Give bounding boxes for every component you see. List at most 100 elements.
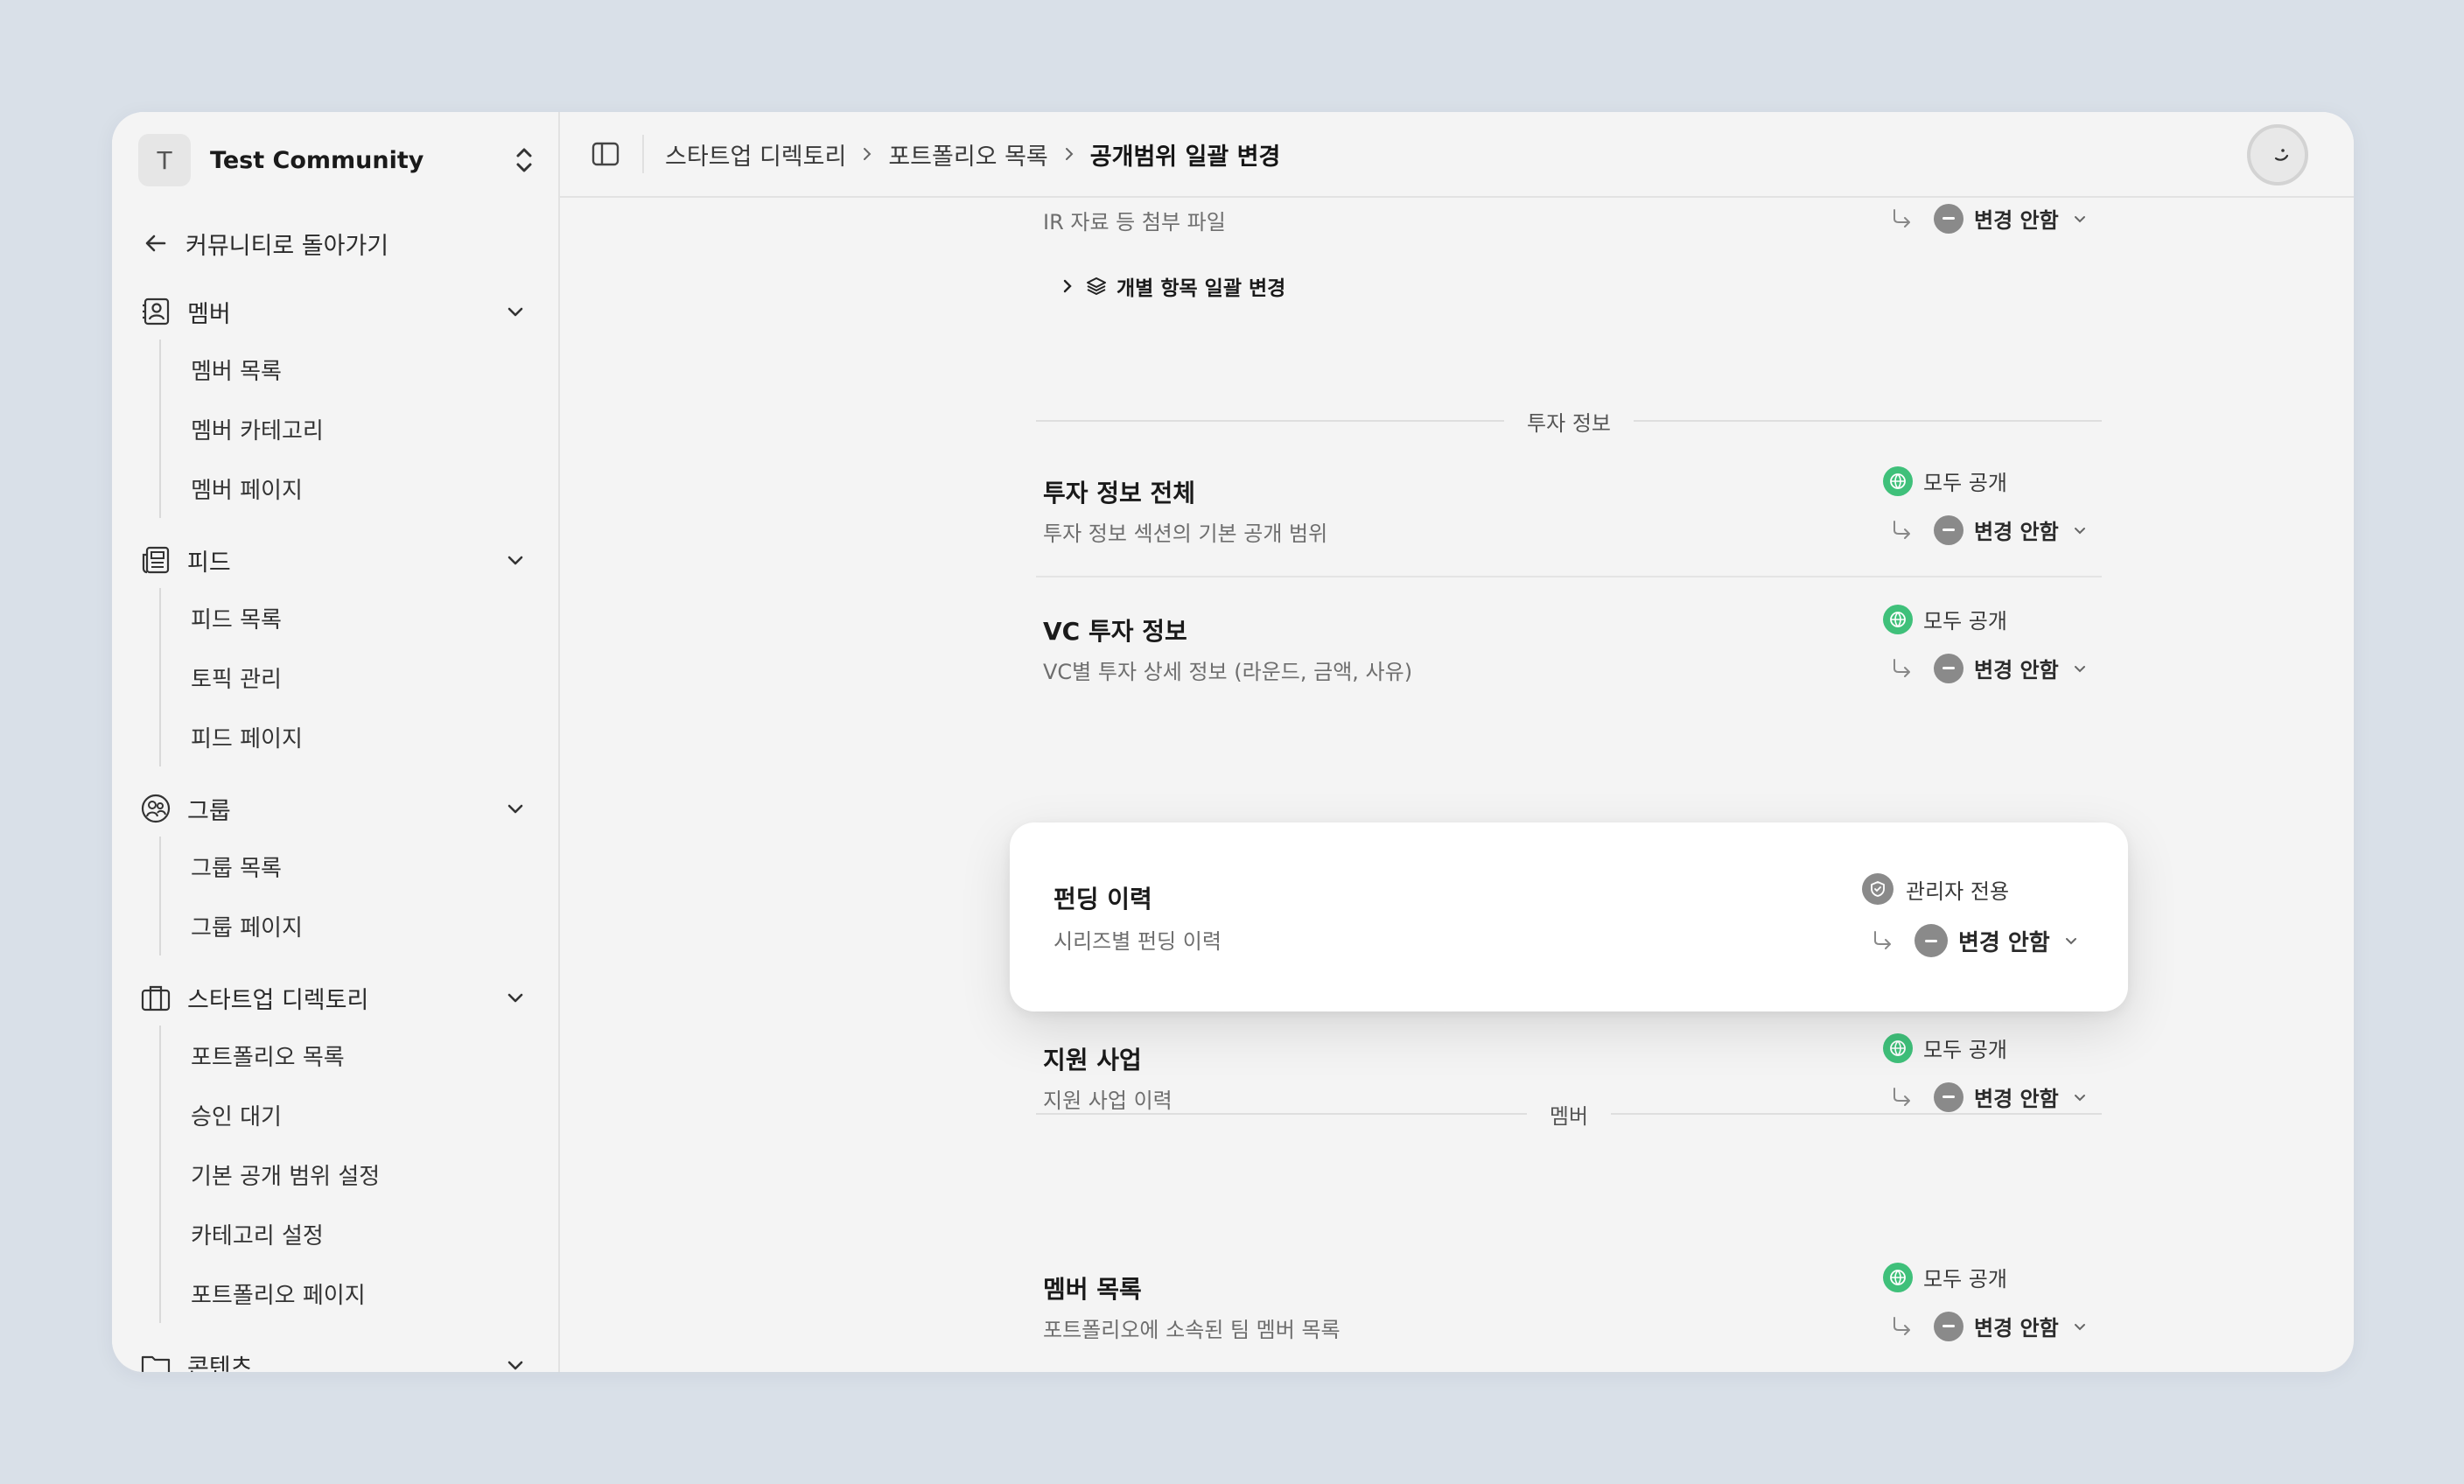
visibility-change-select[interactable]: 변경 안함 bbox=[1890, 653, 2089, 683]
nav-head-startup-directory[interactable]: 스타트업 디렉토리 bbox=[138, 970, 537, 1026]
change-label: 변경 안함 bbox=[1974, 1316, 2059, 1340]
visibility-label: 모두 공개 bbox=[1923, 1267, 2007, 1292]
breadcrumb-portfolio-list[interactable]: 포트폴리오 목록 bbox=[888, 137, 1047, 172]
sidebar-item-member-page[interactable]: 멤버 페이지 bbox=[191, 458, 537, 518]
return-arrow-icon bbox=[1894, 1316, 1910, 1335]
sidebar-item-default-visibility[interactable]: 기본 공개 범위 설정 bbox=[191, 1144, 537, 1204]
row-subtitle: 투자 정보 섹션의 기본 공개 범위 bbox=[1043, 522, 1328, 546]
community-name: Test Community bbox=[210, 146, 424, 174]
nav-head-label: 콘텐츠 bbox=[187, 1354, 253, 1373]
nav-head-feed[interactable]: 피드 bbox=[138, 532, 537, 588]
nav-head-label: 피드 bbox=[187, 549, 231, 577]
chevron-down-icon bbox=[508, 307, 523, 317]
sidebar-item-portfolio-list[interactable]: 포트폴리오 목록 bbox=[191, 1026, 537, 1085]
chevron-right-icon bbox=[1065, 148, 1074, 160]
group-icon bbox=[141, 794, 171, 823]
nav-section-feed: 피드 피드 목록 토픽 관리 피드 페이지 bbox=[138, 532, 537, 766]
nav-section-member: 멤버 멤버 목록 멤버 카테고리 멤버 페이지 bbox=[138, 284, 537, 518]
community-switcher[interactable]: T Test Community bbox=[138, 131, 537, 189]
chevron-down-icon bbox=[2074, 215, 2085, 222]
nav-section-group: 그룹 그룹 목록 그룹 페이지 bbox=[138, 780, 537, 956]
minus-circle-icon bbox=[1934, 203, 1964, 234]
nav-sub-startup-directory: 포트폴리오 목록 승인 대기 기본 공개 범위 설정 카테고리 설정 포트폴리오… bbox=[159, 1026, 537, 1323]
globe-icon bbox=[1890, 1269, 1906, 1285]
visibility-status: 모두 공개 bbox=[1883, 1032, 2007, 1063]
visibility-change-select[interactable]: 변경 안함 bbox=[1890, 1311, 2089, 1341]
visibility-status: 모두 공개 bbox=[1883, 1262, 2007, 1292]
nav-section-startup-directory: 스타트업 디렉토리 포트폴리오 목록 승인 대기 기본 공개 범위 설정 카테고… bbox=[138, 970, 537, 1323]
visibility-label: 모두 공개 bbox=[1923, 1038, 2007, 1062]
nav-head-label: 그룹 bbox=[187, 797, 231, 825]
visibility-change-select[interactable]: 변경 안함 bbox=[1890, 514, 2089, 545]
return-arrow-icon bbox=[1894, 520, 1910, 539]
sidebar-item-group-list[interactable]: 그룹 목록 bbox=[191, 836, 537, 896]
member-card-icon bbox=[143, 298, 170, 326]
visibility-status: 모두 공개 bbox=[1883, 604, 2007, 634]
nav-section-content: 콘텐츠 bbox=[138, 1337, 537, 1372]
sidebar-item-feed-page[interactable]: 피드 페이지 bbox=[191, 707, 537, 766]
sidebar-item-group-page[interactable]: 그룹 페이지 bbox=[191, 896, 537, 956]
chevron-down-icon bbox=[2074, 1323, 2085, 1330]
return-arrow-icon bbox=[1894, 658, 1910, 677]
row-divider bbox=[1036, 576, 2102, 578]
highlighted-row-card[interactable]: 펀딩 이력 시리즈별 펀딩 이력 관리자 전용 변경 안함 bbox=[1010, 822, 2128, 1012]
section-divider-member: 멤버 bbox=[1036, 1101, 2103, 1129]
user-avatar[interactable] bbox=[2247, 124, 2308, 186]
row-title: VC 투자 정보 bbox=[1043, 617, 1187, 646]
section-title-invest: 투자 정보 bbox=[1527, 410, 1611, 436]
chevron-down-icon bbox=[2065, 938, 2076, 945]
visibility-change-select[interactable]: 변경 안함 bbox=[1871, 924, 2080, 957]
bulk-change-toggle[interactable]: 개별 항목 일괄 변경 bbox=[1059, 271, 1285, 301]
sidebar-item-feed-list[interactable]: 피드 목록 bbox=[191, 588, 537, 648]
chevron-down-icon bbox=[2074, 527, 2085, 534]
nav-sub-feed: 피드 목록 토픽 관리 피드 페이지 bbox=[159, 588, 537, 766]
visibility-label: 모두 공개 bbox=[1923, 471, 2007, 495]
nav-sub-member: 멤버 목록 멤버 카테고리 멤버 페이지 bbox=[159, 340, 537, 518]
sidebar-item-topic-manage[interactable]: 토픽 관리 bbox=[191, 648, 537, 707]
sidebar-item-category-settings[interactable]: 카테고리 설정 bbox=[191, 1204, 537, 1264]
chevron-down-icon bbox=[508, 993, 523, 1003]
sidebar: T Test Community 커뮤니티로 돌아가기 멤버 멤버 목록 멤버 … bbox=[112, 112, 560, 1372]
return-arrow-icon bbox=[1874, 931, 1891, 949]
app-window: T Test Community 커뮤니티로 돌아가기 멤버 멤버 목록 멤버 … bbox=[112, 112, 2354, 1372]
change-label: 변경 안함 bbox=[1974, 658, 2059, 682]
globe-icon bbox=[1890, 472, 1906, 489]
breadcrumb-current: 공개범위 일괄 변경 bbox=[1089, 143, 1281, 171]
nav-head-content[interactable]: 콘텐츠 bbox=[138, 1337, 537, 1372]
chevron-up-down-icon bbox=[516, 148, 532, 172]
row-title: 투자 정보 전체 bbox=[1043, 479, 1196, 508]
minus-circle-icon bbox=[1934, 653, 1964, 683]
visibility-change-select[interactable]: 변경 안함 bbox=[1890, 203, 2089, 234]
row-title: 지원 사업 bbox=[1043, 1046, 1142, 1074]
nav-head-group[interactable]: 그룹 bbox=[138, 780, 537, 836]
globe-icon bbox=[1890, 1040, 1906, 1056]
briefcase-icon bbox=[141, 985, 171, 1012]
nav-head-member[interactable]: 멤버 bbox=[138, 284, 537, 340]
nav-sub-group: 그룹 목록 그룹 페이지 bbox=[159, 836, 537, 956]
community-avatar: T bbox=[138, 134, 191, 186]
minus-circle-icon bbox=[1934, 514, 1964, 545]
smiley-icon bbox=[2274, 149, 2289, 161]
arrow-left-icon bbox=[145, 234, 166, 252]
section-divider-invest: 투자 정보 bbox=[1036, 408, 2103, 436]
layers-icon bbox=[1087, 277, 1106, 295]
main-content: IR 자료 등 첨부 파일 변경 안함 개별 항목 일괄 변경 투자 정보 투자… bbox=[560, 200, 2354, 1372]
change-label: 변경 안함 bbox=[1974, 520, 2059, 544]
minus-circle-icon bbox=[1914, 924, 1948, 957]
row-title: 멤버 목록 bbox=[1043, 1275, 1142, 1304]
overlay-anchor bbox=[924, 0, 925, 1]
sidebar-item-member-category[interactable]: 멤버 카테고리 bbox=[191, 399, 537, 458]
row-subtitle: VC별 투자 상세 정보 (라운드, 금액, 사유) bbox=[1043, 660, 1413, 684]
back-to-community-link[interactable]: 커뮤니티로 돌아가기 bbox=[142, 219, 388, 268]
visibility-status: 관리자 전용 bbox=[1862, 873, 2009, 905]
visibility-label: 모두 공개 bbox=[1923, 609, 2007, 634]
back-label: 커뮤니티로 돌아가기 bbox=[186, 232, 389, 260]
chevron-right-icon bbox=[864, 148, 872, 160]
sidebar-item-pending-approval[interactable]: 승인 대기 bbox=[191, 1085, 537, 1144]
row-subtitle: 포트폴리오에 소속된 팀 멤버 목록 bbox=[1043, 1318, 1340, 1342]
sidebar-item-member-list[interactable]: 멤버 목록 bbox=[191, 340, 537, 399]
breadcrumb-startup-directory[interactable]: 스타트업 디렉토리 bbox=[665, 137, 846, 172]
sidebar-toggle-icon[interactable] bbox=[590, 138, 621, 170]
chevron-right-icon bbox=[1063, 279, 1072, 293]
sidebar-item-portfolio-page[interactable]: 포트폴리오 페이지 bbox=[191, 1264, 537, 1323]
